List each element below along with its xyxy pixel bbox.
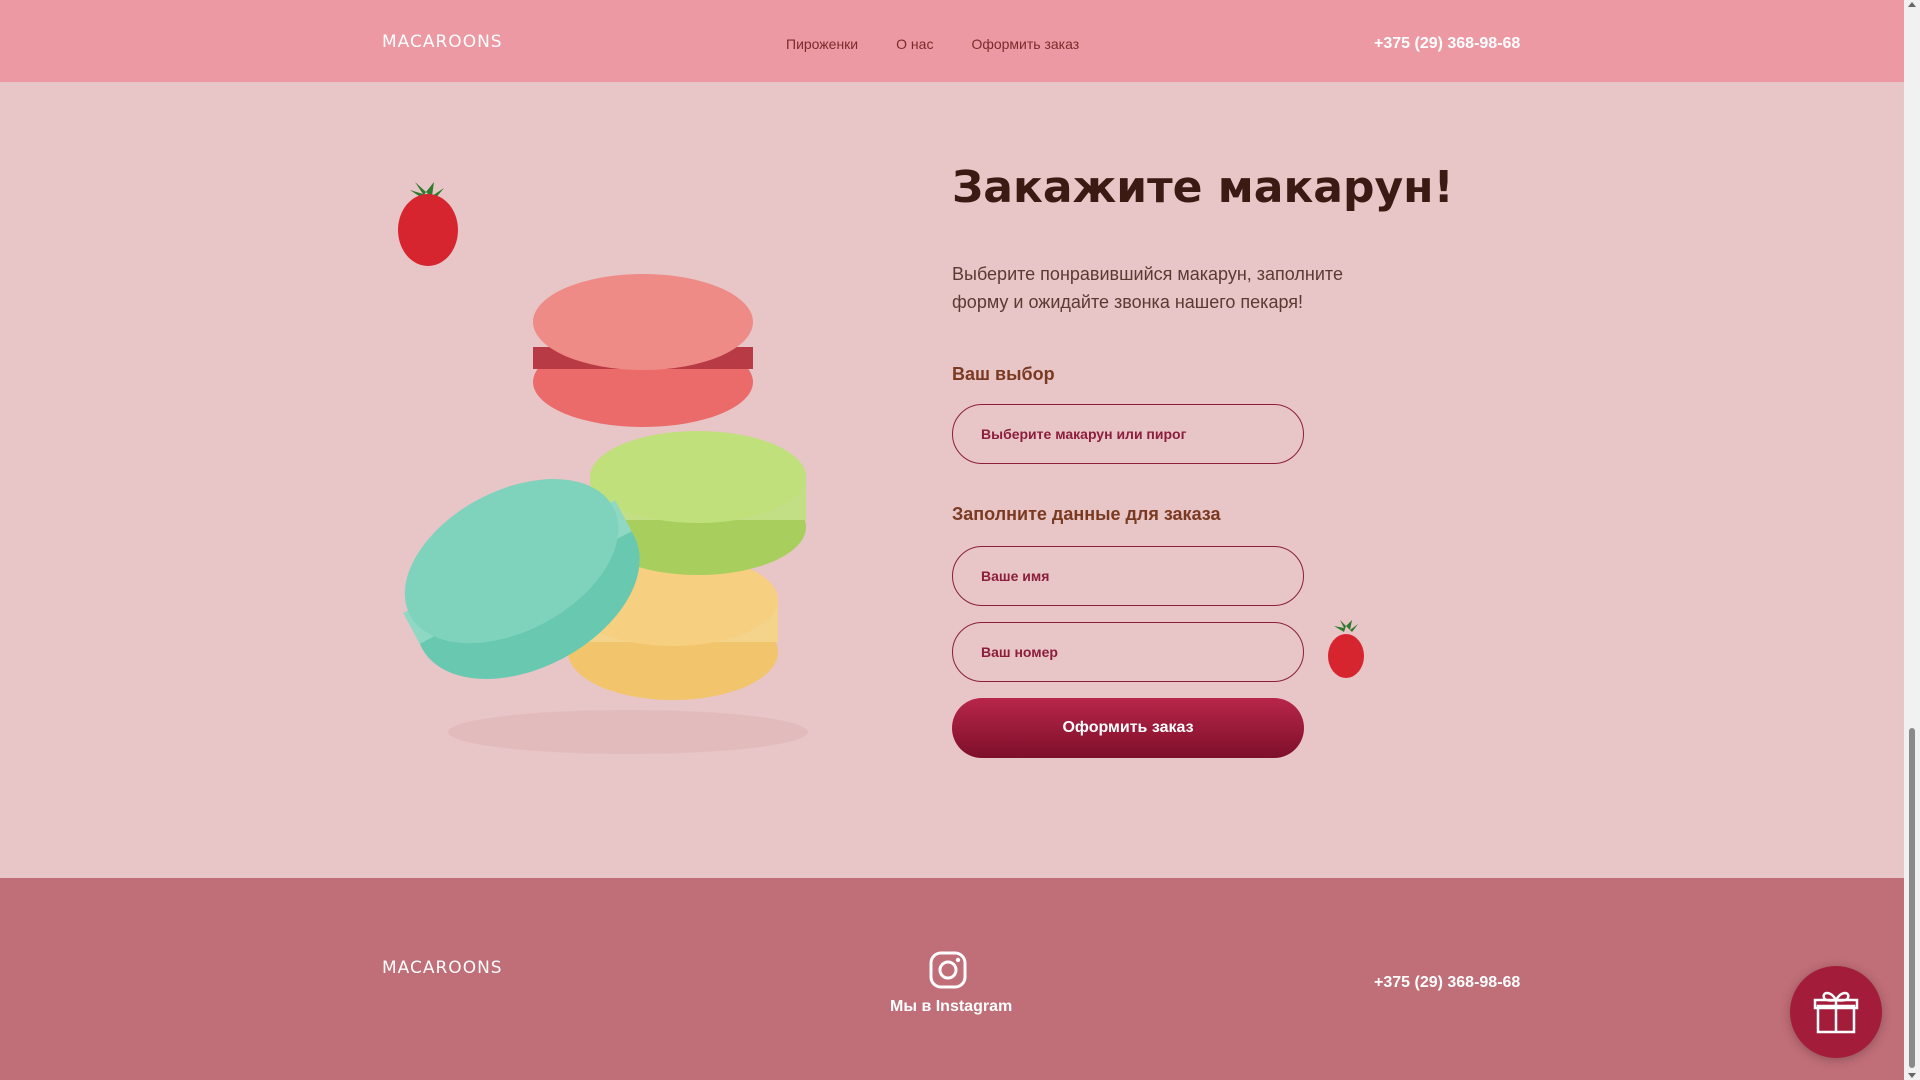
- scroll-up-icon[interactable]: [1908, 2, 1916, 7]
- footer-phone[interactable]: +375 (29) 368-98-68: [1374, 974, 1520, 992]
- nav-item-cakes[interactable]: Пироженки: [786, 36, 858, 52]
- gift-icon: [1813, 991, 1859, 1034]
- nav-item-about[interactable]: О нас: [896, 36, 933, 52]
- name-field[interactable]: [952, 546, 1304, 606]
- strawberry-decoration-small: [1328, 620, 1364, 678]
- strawberry-decoration: [398, 182, 458, 266]
- page-scrollbar[interactable]: [1904, 0, 1920, 1080]
- logo[interactable]: MACAROONS: [382, 32, 503, 52]
- nav-item-order[interactable]: Оформить заказ: [971, 36, 1079, 52]
- site-header: MACAROONS Пироженки О нас Оформить заказ…: [0, 0, 1904, 82]
- choice-label: Ваш выбор: [952, 364, 1055, 384]
- choice-input[interactable]: [981, 426, 1303, 442]
- order-description: Выберите понравившийся макарун, заполнит…: [952, 264, 1343, 312]
- page-title: Закажите макарун!: [952, 162, 1454, 213]
- scroll-down-icon[interactable]: [1908, 1073, 1916, 1078]
- macaron-pink: [533, 274, 753, 427]
- phone-field[interactable]: [952, 622, 1304, 682]
- instagram-icon[interactable]: [928, 950, 968, 990]
- main-nav: Пироженки О нас Оформить заказ: [786, 36, 1079, 52]
- footer-logo[interactable]: MACAROONS: [382, 958, 503, 978]
- scroll-thumb[interactable]: [1909, 728, 1915, 1068]
- data-label: Заполните данные для заказа: [952, 504, 1221, 524]
- submit-order-button[interactable]: Оформить заказ: [952, 698, 1304, 758]
- instagram-link[interactable]: Мы в Instagram: [890, 998, 1012, 1016]
- gift-button[interactable]: [1790, 966, 1882, 1058]
- site-footer: MACAROONS Мы в Instagram +375 (29) 368-9…: [0, 878, 1904, 1080]
- order-section: Закажите макарун! Выберите понравившийся…: [0, 82, 1904, 878]
- name-input[interactable]: [981, 568, 1303, 584]
- header-phone[interactable]: +375 (29) 368-98-68: [1374, 35, 1520, 53]
- phone-input[interactable]: [981, 644, 1303, 660]
- choice-select[interactable]: [952, 404, 1304, 464]
